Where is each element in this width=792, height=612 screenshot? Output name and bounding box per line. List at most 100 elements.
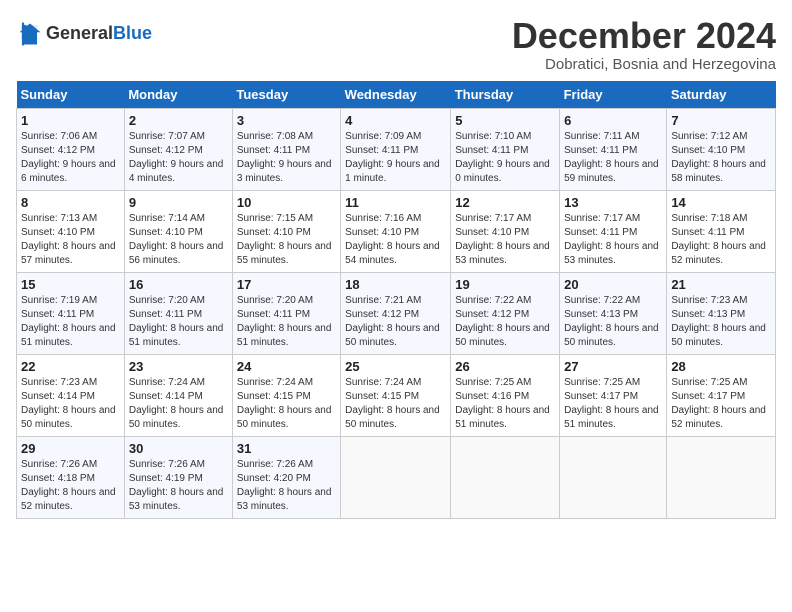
day-detail: Sunrise: 7:12 AMSunset: 4:10 PMDaylight:… <box>671 130 771 186</box>
calendar-cell: 28Sunrise: 7:25 AMSunset: 4:17 PMDayligh… <box>667 354 776 436</box>
day-detail: Sunrise: 7:26 AMSunset: 4:19 PMDaylight:… <box>129 458 228 514</box>
calendar-cell: 26 Sunrise: 7:25 AMSunset: 4:16 PMDayligh… <box>451 354 560 436</box>
calendar-cell: 16 Sunrise: 7:20 AMSunset: 4:11 PMDayligh… <box>124 272 232 354</box>
day-number: 1 <box>21 113 120 128</box>
calendar-week-2: 8 Sunrise: 7:13 AMSunset: 4:10 PMDaylight… <box>17 190 776 272</box>
calendar-cell: 17Sunrise: 7:20 AMSunset: 4:11 PMDayligh… <box>232 272 340 354</box>
month-title: December 2024 <box>512 16 776 56</box>
title-block: December 2024 Dobratici, Bosnia and Herz… <box>512 16 776 73</box>
day-number: 12 <box>455 195 555 210</box>
day-detail: Sunrise: 7:22 AMSunset: 4:13 PMDaylight:… <box>564 294 662 350</box>
day-detail: Sunrise: 7:18 AMSunset: 4:11 PMDaylight:… <box>671 212 771 268</box>
calendar-cell: 9Sunrise: 7:14 AMSunset: 4:10 PMDaylight… <box>124 190 232 272</box>
day-number: 19 <box>455 277 555 292</box>
weekday-header-thursday: Thursday <box>451 81 560 109</box>
day-number: 7 <box>671 113 771 128</box>
calendar-cell: 15 Sunrise: 7:19 AMSunset: 4:11 PMDayligh… <box>17 272 125 354</box>
calendar-cell: 3Sunrise: 7:08 AMSunset: 4:11 PMDaylight… <box>232 108 340 190</box>
day-number: 21 <box>671 277 771 292</box>
day-number: 28 <box>671 359 771 374</box>
day-detail: Sunrise: 7:23 AMSunset: 4:13 PMDaylight:… <box>671 294 771 350</box>
day-detail: Sunrise: 7:24 AMSunset: 4:15 PMDaylight:… <box>345 376 446 432</box>
day-detail: Sunrise: 7:24 AMSunset: 4:15 PMDaylight:… <box>237 376 336 432</box>
calendar-cell: 2 Sunrise: 7:07 AMSunset: 4:12 PMDaylight… <box>124 108 232 190</box>
calendar-header: SundayMondayTuesdayWednesdayThursdayFrid… <box>17 81 776 109</box>
day-detail: Sunrise: 7:24 AMSunset: 4:14 PMDaylight:… <box>129 376 228 432</box>
weekday-header-wednesday: Wednesday <box>341 81 451 109</box>
calendar-cell: 22 Sunrise: 7:23 AMSunset: 4:14 PMDayligh… <box>17 354 125 436</box>
day-number: 4 <box>345 113 446 128</box>
day-number: 14 <box>671 195 771 210</box>
day-number: 30 <box>129 441 228 456</box>
day-number: 8 <box>21 195 120 210</box>
location-subtitle: Dobratici, Bosnia and Herzegovina <box>512 56 776 73</box>
day-number: 10 <box>237 195 336 210</box>
calendar-cell: 8 Sunrise: 7:13 AMSunset: 4:10 PMDaylight… <box>17 190 125 272</box>
calendar-cell: 14 Sunrise: 7:18 AMSunset: 4:11 PMDayligh… <box>667 190 776 272</box>
calendar-table: SundayMondayTuesdayWednesdayThursdayFrid… <box>16 81 776 519</box>
day-detail: Sunrise: 7:09 AMSunset: 4:11 PMDaylight:… <box>345 130 446 186</box>
day-detail: Sunrise: 7:16 AMSunset: 4:10 PMDaylight:… <box>345 212 446 268</box>
day-number: 22 <box>21 359 120 374</box>
calendar-cell: 6Sunrise: 7:11 AMSunset: 4:11 PMDaylight… <box>560 108 667 190</box>
calendar-cell: 7 Sunrise: 7:12 AMSunset: 4:10 PMDaylight… <box>667 108 776 190</box>
calendar-cell <box>560 436 667 518</box>
calendar-week-4: 22 Sunrise: 7:23 AMSunset: 4:14 PMDayligh… <box>17 354 776 436</box>
weekday-header-monday: Monday <box>124 81 232 109</box>
weekday-header-friday: Friday <box>560 81 667 109</box>
day-detail: Sunrise: 7:23 AMSunset: 4:14 PMDaylight:… <box>21 376 120 432</box>
day-detail: Sunrise: 7:25 AMSunset: 4:17 PMDaylight:… <box>564 376 662 432</box>
weekday-header-saturday: Saturday <box>667 81 776 109</box>
day-detail: Sunrise: 7:15 AMSunset: 4:10 PMDaylight:… <box>237 212 336 268</box>
day-number: 5 <box>455 113 555 128</box>
calendar-cell: 19 Sunrise: 7:22 AMSunset: 4:12 PMDayligh… <box>451 272 560 354</box>
day-detail: Sunrise: 7:25 AMSunset: 4:16 PMDaylight:… <box>455 376 555 432</box>
day-number: 26 <box>455 359 555 374</box>
calendar-cell: 21 Sunrise: 7:23 AMSunset: 4:13 PMDayligh… <box>667 272 776 354</box>
day-number: 20 <box>564 277 662 292</box>
day-number: 27 <box>564 359 662 374</box>
logo: GeneralBlue <box>16 20 152 48</box>
day-number: 3 <box>237 113 336 128</box>
day-number: 16 <box>129 277 228 292</box>
calendar-cell: 25 Sunrise: 7:24 AMSunset: 4:15 PMDayligh… <box>341 354 451 436</box>
calendar-cell: 18 Sunrise: 7:21 AMSunset: 4:12 PMDayligh… <box>341 272 451 354</box>
day-number: 11 <box>345 195 446 210</box>
weekday-header-sunday: Sunday <box>17 81 125 109</box>
day-detail: Sunrise: 7:26 AMSunset: 4:20 PMDaylight:… <box>237 458 336 514</box>
calendar-cell: 1 Sunrise: 7:06 AMSunset: 4:12 PMDaylight… <box>17 108 125 190</box>
calendar-week-3: 15 Sunrise: 7:19 AMSunset: 4:11 PMDayligh… <box>17 272 776 354</box>
calendar-cell: 24 Sunrise: 7:24 AMSunset: 4:15 PMDayligh… <box>232 354 340 436</box>
calendar-week-1: 1 Sunrise: 7:06 AMSunset: 4:12 PMDaylight… <box>17 108 776 190</box>
day-number: 31 <box>237 441 336 456</box>
calendar-cell: 30 Sunrise: 7:26 AMSunset: 4:19 PMDayligh… <box>124 436 232 518</box>
day-detail: Sunrise: 7:06 AMSunset: 4:12 PMDaylight:… <box>21 130 120 186</box>
day-detail: Sunrise: 7:14 AMSunset: 4:10 PMDaylight:… <box>129 212 228 268</box>
day-number: 17 <box>237 277 336 292</box>
day-detail: Sunrise: 7:26 AMSunset: 4:18 PMDaylight:… <box>21 458 120 514</box>
day-number: 25 <box>345 359 446 374</box>
day-number: 13 <box>564 195 662 210</box>
calendar-cell: 13Sunrise: 7:17 AMSunset: 4:11 PMDayligh… <box>560 190 667 272</box>
day-detail: Sunrise: 7:21 AMSunset: 4:12 PMDaylight:… <box>345 294 446 350</box>
calendar-cell <box>341 436 451 518</box>
day-number: 2 <box>129 113 228 128</box>
day-number: 24 <box>237 359 336 374</box>
day-number: 18 <box>345 277 446 292</box>
calendar-cell: 12Sunrise: 7:17 AMSunset: 4:10 PMDayligh… <box>451 190 560 272</box>
day-detail: Sunrise: 7:19 AMSunset: 4:11 PMDaylight:… <box>21 294 120 350</box>
logo-icon <box>16 20 44 48</box>
calendar-cell: 27 Sunrise: 7:25 AMSunset: 4:17 PMDayligh… <box>560 354 667 436</box>
day-detail: Sunrise: 7:20 AMSunset: 4:11 PMDaylight:… <box>129 294 228 350</box>
day-detail: Sunrise: 7:22 AMSunset: 4:12 PMDaylight:… <box>455 294 555 350</box>
day-detail: Sunrise: 7:10 AMSunset: 4:11 PMDaylight:… <box>455 130 555 186</box>
logo-text: GeneralBlue <box>46 24 152 44</box>
calendar-cell: 4 Sunrise: 7:09 AMSunset: 4:11 PMDaylight… <box>341 108 451 190</box>
weekday-header-tuesday: Tuesday <box>232 81 340 109</box>
day-detail: Sunrise: 7:11 AMSunset: 4:11 PMDaylight:… <box>564 130 662 186</box>
day-detail: Sunrise: 7:13 AMSunset: 4:10 PMDaylight:… <box>21 212 120 268</box>
day-detail: Sunrise: 7:07 AMSunset: 4:12 PMDaylight:… <box>129 130 228 186</box>
day-number: 29 <box>21 441 120 456</box>
calendar-cell: 10 Sunrise: 7:15 AMSunset: 4:10 PMDayligh… <box>232 190 340 272</box>
day-number: 15 <box>21 277 120 292</box>
